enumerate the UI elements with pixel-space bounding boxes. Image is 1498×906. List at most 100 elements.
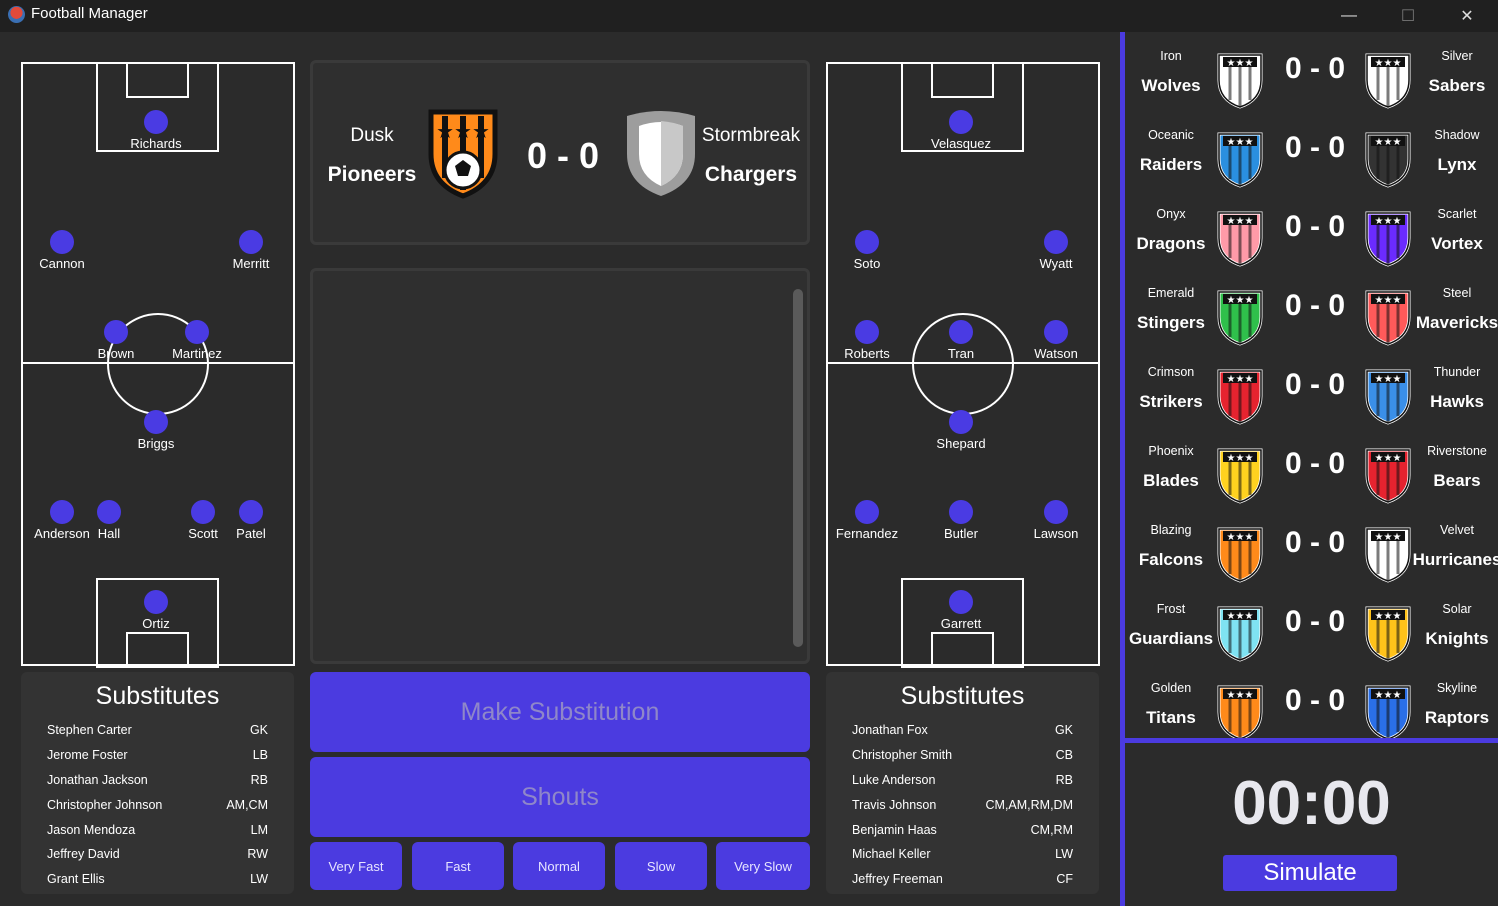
substitute-row[interactable]: Grant Ellis LW xyxy=(21,867,294,892)
player-marker[interactable]: Wyatt xyxy=(1011,230,1101,271)
player-dot[interactable] xyxy=(949,500,973,524)
player-dot[interactable] xyxy=(97,500,121,524)
player-dot[interactable] xyxy=(144,410,168,434)
player-dot[interactable] xyxy=(855,230,879,254)
substitute-row[interactable]: Jonathan Fox GK xyxy=(826,718,1099,743)
simulate-button[interactable]: Simulate xyxy=(1223,855,1397,891)
speed-very-slow-button[interactable]: Very Slow xyxy=(716,842,810,890)
substitute-row[interactable]: Jason Mendoza LM xyxy=(21,817,294,842)
away-name: Hurricanes xyxy=(1412,550,1498,569)
player-marker[interactable]: Tran xyxy=(916,320,1006,361)
speed-normal-button[interactable]: Normal xyxy=(513,842,605,890)
player-marker[interactable]: Roberts xyxy=(822,320,912,361)
home-name: Falcons xyxy=(1138,550,1204,569)
substitute-row[interactable]: Jonathan Jackson RB xyxy=(21,768,294,793)
player-dot[interactable] xyxy=(855,320,879,344)
substitute-name: Jonathan Fox xyxy=(852,723,928,738)
away-city: Shadow xyxy=(1434,128,1480,142)
scoreboard-panel: Dusk Pioneers ★★★ 0 - 0 Stormbreak Charg… xyxy=(310,60,810,245)
player-dot[interactable] xyxy=(949,590,973,614)
player-dot[interactable] xyxy=(50,230,74,254)
player-dot[interactable] xyxy=(949,410,973,434)
substitute-name: Jeffrey David xyxy=(47,847,120,862)
player-dot[interactable] xyxy=(144,590,168,614)
player-marker[interactable]: Cannon xyxy=(17,230,107,271)
other-match-score: 0 - 0 xyxy=(1284,131,1346,164)
home-city: Golden xyxy=(1150,681,1192,695)
away-pitch xyxy=(826,62,1100,668)
player-marker[interactable]: Garrett xyxy=(916,590,1006,631)
away-crest-icon: ★★★ xyxy=(1365,53,1411,109)
player-marker[interactable]: Merritt xyxy=(206,230,296,271)
shouts-button[interactable]: Shouts xyxy=(310,757,810,837)
player-dot[interactable] xyxy=(1044,500,1068,524)
player-marker[interactable]: Lawson xyxy=(1011,500,1101,541)
player-marker[interactable]: Brown xyxy=(71,320,161,361)
player-name: Merritt xyxy=(232,256,270,271)
player-marker[interactable]: Velasquez xyxy=(916,110,1006,151)
player-marker[interactable]: Hall xyxy=(64,500,154,541)
substitute-position: LM xyxy=(250,822,268,837)
substitute-row[interactable]: Luke Anderson RB xyxy=(826,768,1099,793)
player-marker[interactable]: Fernandez xyxy=(822,500,912,541)
substitute-position: RB xyxy=(250,772,268,787)
away-city: Skyline xyxy=(1436,681,1478,695)
goal-area-bottom xyxy=(126,632,189,668)
home-crest-icon: ★★★ xyxy=(1217,211,1263,267)
substitute-row[interactable]: Christopher Smith CB xyxy=(826,743,1099,768)
speed-very-fast-button[interactable]: Very Fast xyxy=(310,842,402,890)
player-marker[interactable]: Soto xyxy=(822,230,912,271)
substitute-name: Travis Johnson xyxy=(852,797,937,812)
player-marker[interactable]: Martinez xyxy=(152,320,242,361)
substitute-row[interactable]: Jeffrey David RW xyxy=(21,842,294,867)
close-button[interactable]: ✕ xyxy=(1438,0,1496,32)
player-dot[interactable] xyxy=(1044,320,1068,344)
substitute-row[interactable]: Travis Johnson CM,AM,RM,DM xyxy=(826,792,1099,817)
player-dot[interactable] xyxy=(144,110,168,134)
player-dot[interactable] xyxy=(949,110,973,134)
other-match-row: Blazing Falcons ★★★ 0 - 0 ★★★ Velvet Hurricane… xyxy=(1125,506,1498,585)
svg-text:★★★: ★★★ xyxy=(1375,216,1402,227)
substitute-name: Grant Ellis xyxy=(47,872,105,887)
player-marker[interactable]: Richards xyxy=(111,110,201,151)
make-substitution-button[interactable]: Make Substitution xyxy=(310,672,810,752)
substitute-name: Stephen Carter xyxy=(47,723,132,738)
substitute-row[interactable]: Jerome Foster LB xyxy=(21,743,294,768)
speed-slow-button[interactable]: Slow xyxy=(615,842,707,890)
home-city: Iron xyxy=(1160,49,1182,63)
player-dot[interactable] xyxy=(949,320,973,344)
substitute-row[interactable]: Christopher Johnson AM,CM xyxy=(21,792,294,817)
player-dot[interactable] xyxy=(1044,230,1068,254)
minimize-button[interactable]: — xyxy=(1320,0,1378,32)
player-dot[interactable] xyxy=(185,320,209,344)
away-name: Lynx xyxy=(1437,155,1477,174)
player-dot[interactable] xyxy=(239,500,263,524)
svg-text:★★★: ★★★ xyxy=(1227,453,1254,464)
home-team-crest-icon: ★★★ xyxy=(428,109,498,199)
goal-area-top xyxy=(126,62,189,98)
player-marker[interactable]: Butler xyxy=(916,500,1006,541)
substitute-row[interactable]: Jeffrey Freeman CF xyxy=(826,867,1099,892)
player-dot[interactable] xyxy=(104,320,128,344)
substitute-row[interactable]: Michael Keller LW xyxy=(826,842,1099,867)
commentary-scrollbar[interactable] xyxy=(793,289,803,647)
away-team-name: Chargers xyxy=(704,163,798,186)
away-name: Raptors xyxy=(1424,708,1490,727)
player-marker[interactable]: Briggs xyxy=(111,410,201,451)
maximize-button[interactable]: ☐ xyxy=(1379,0,1437,32)
substitute-row[interactable]: Stephen Carter GK xyxy=(21,718,294,743)
home-name: Guardians xyxy=(1128,629,1214,648)
player-marker[interactable]: Patel xyxy=(206,500,296,541)
player-name: Lawson xyxy=(1033,526,1079,541)
other-match-row: Crimson Strikers ★★★ 0 - 0 ★★★ Thunder Hawks xyxy=(1125,348,1498,427)
substitute-name: Christopher Johnson xyxy=(47,797,163,812)
svg-text:★★★: ★★★ xyxy=(1375,295,1402,306)
substitute-name: Jonathan Jackson xyxy=(47,772,148,787)
speed-fast-button[interactable]: Fast xyxy=(412,842,504,890)
player-marker[interactable]: Watson xyxy=(1011,320,1101,361)
player-dot[interactable] xyxy=(239,230,263,254)
player-marker[interactable]: Ortiz xyxy=(111,590,201,631)
substitute-row[interactable]: Benjamin Haas CM,RM xyxy=(826,817,1099,842)
player-dot[interactable] xyxy=(855,500,879,524)
player-marker[interactable]: Shepard xyxy=(916,410,1006,451)
